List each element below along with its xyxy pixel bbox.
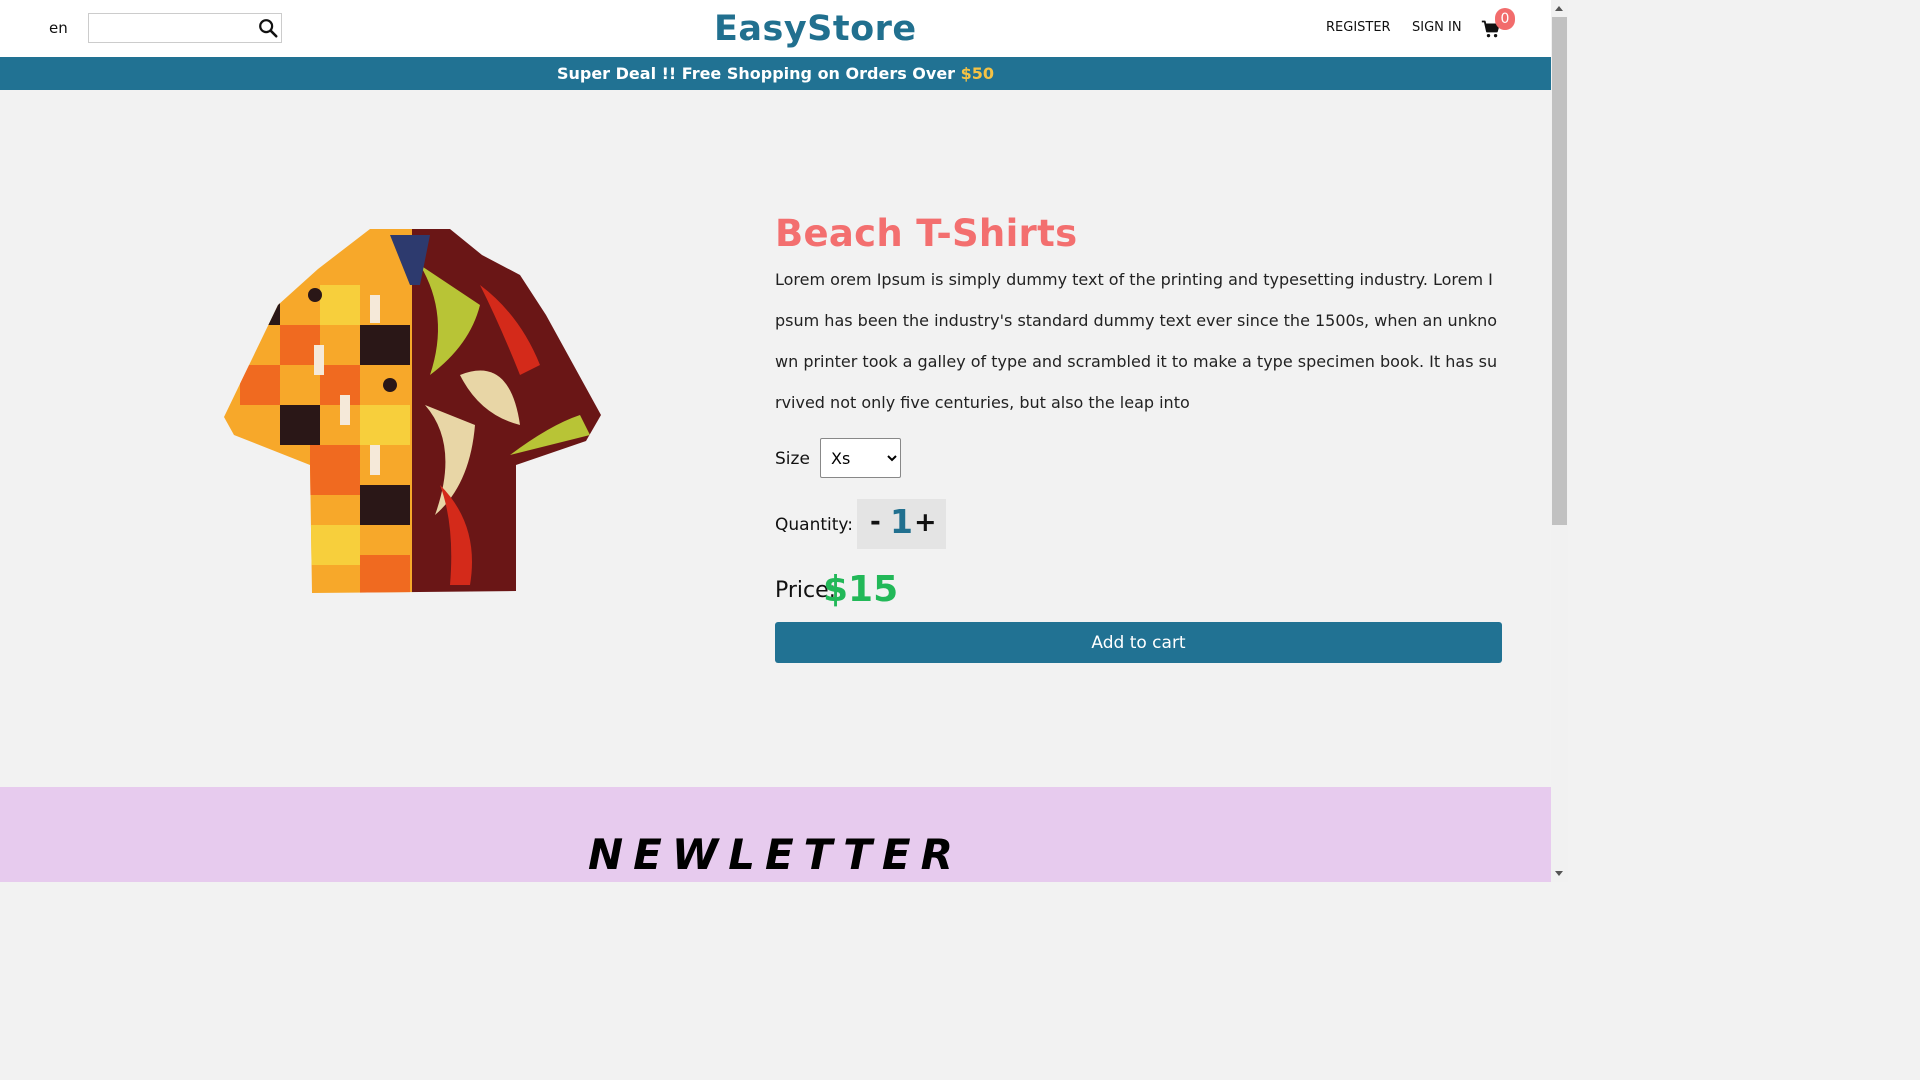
- quantity-value: 1: [890, 502, 913, 541]
- scroll-down-arrow-icon[interactable]: [1555, 871, 1563, 876]
- search-input[interactable]: [89, 14, 261, 42]
- scroll-up-arrow-icon[interactable]: [1555, 6, 1563, 11]
- quantity-increment-button[interactable]: +: [914, 507, 937, 538]
- newsletter-title: NEWLETTER: [588, 830, 963, 879]
- shirt-image: [224, 229, 601, 593]
- product-description: Lorem orem Ipsum is simply dummy text of…: [775, 270, 1498, 412]
- page-scrollbar[interactable]: [1551, 0, 1568, 882]
- newsletter-section: NEWLETTER: [0, 787, 1551, 882]
- price-value: $15: [823, 569, 899, 610]
- promo-text: Super Deal !! Free Shopping on Orders Ov…: [556, 64, 961, 83]
- cart-count-badge: 0: [1495, 8, 1515, 30]
- search-box: [88, 13, 282, 43]
- promo-banner: Super Deal !! Free Shopping on Orders Ov…: [0, 57, 1551, 90]
- add-to-cart-button[interactable]: Add to cart: [775, 622, 1502, 663]
- quantity-label: Quantity:: [775, 515, 853, 535]
- product-title: Beach T-Shirts: [775, 212, 1078, 255]
- quantity-decrement-button[interactable]: -: [870, 507, 881, 537]
- language-selector[interactable]: en: [49, 19, 68, 37]
- size-label: Size: [775, 449, 810, 469]
- store-logo[interactable]: EasyStore: [714, 9, 917, 49]
- top-header: en EasyStore REGISTER SIGN IN 0: [0, 0, 1551, 57]
- search-icon[interactable]: [257, 17, 279, 39]
- size-select[interactable]: Xs: [820, 438, 901, 478]
- signin-link[interactable]: SIGN IN: [1412, 20, 1462, 35]
- quantity-stepper: - 1 +: [857, 499, 946, 549]
- promo-amount: $50: [960, 64, 995, 83]
- scrollbar-thumb[interactable]: [1552, 17, 1567, 525]
- register-link[interactable]: REGISTER: [1326, 20, 1391, 35]
